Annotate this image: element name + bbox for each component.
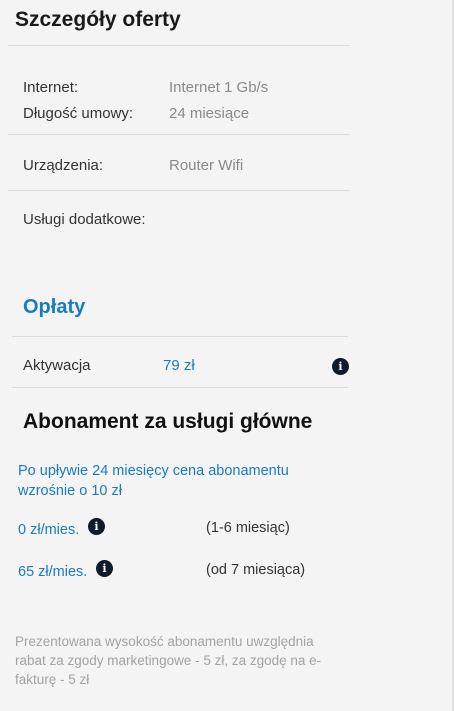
- offer-details-panel: Szczegóły oferty Internet: Internet 1 Gb…: [0, 0, 454, 711]
- contract-length-label: Długość umowy:: [23, 105, 134, 122]
- tier-period: (od 7 miesiąca): [206, 562, 306, 578]
- info-icon[interactable]: i: [88, 518, 105, 535]
- info-icon[interactable]: i: [332, 358, 349, 375]
- info-icon[interactable]: i: [96, 560, 113, 577]
- tier-period: (1-6 miesiąc): [206, 520, 290, 536]
- devices-value: Router Wifi: [169, 157, 244, 174]
- discount-footnote: Prezentowana wysokość abonamentu uwzględ…: [15, 634, 322, 687]
- divider: [8, 190, 350, 191]
- tier-price: 0 zł/mies.: [18, 522, 80, 538]
- subscription-heading: Abonament za usługi główne: [23, 410, 313, 433]
- internet-label: Internet:: [23, 79, 79, 96]
- fees-heading: Opłaty: [23, 296, 86, 318]
- offer-title: Szczegóły oferty: [15, 8, 181, 31]
- divider: [12, 336, 348, 337]
- activation-value: 79 zł: [163, 357, 195, 374]
- internet-value: Internet 1 Gb/s: [169, 79, 269, 96]
- divider: [12, 387, 348, 388]
- devices-label: Urządzenia:: [23, 157, 104, 174]
- price-increase-notice: Po upływie 24 miesięcy cena abonamentu w…: [18, 463, 289, 499]
- contract-length-value: 24 miesiące: [169, 105, 250, 122]
- tier-price: 65 zł/mies.: [18, 564, 88, 580]
- activation-label: Aktywacja: [23, 357, 91, 374]
- divider: [8, 134, 350, 135]
- additional-services-label: Usługi dodatkowe:: [23, 211, 146, 228]
- divider: [8, 45, 350, 46]
